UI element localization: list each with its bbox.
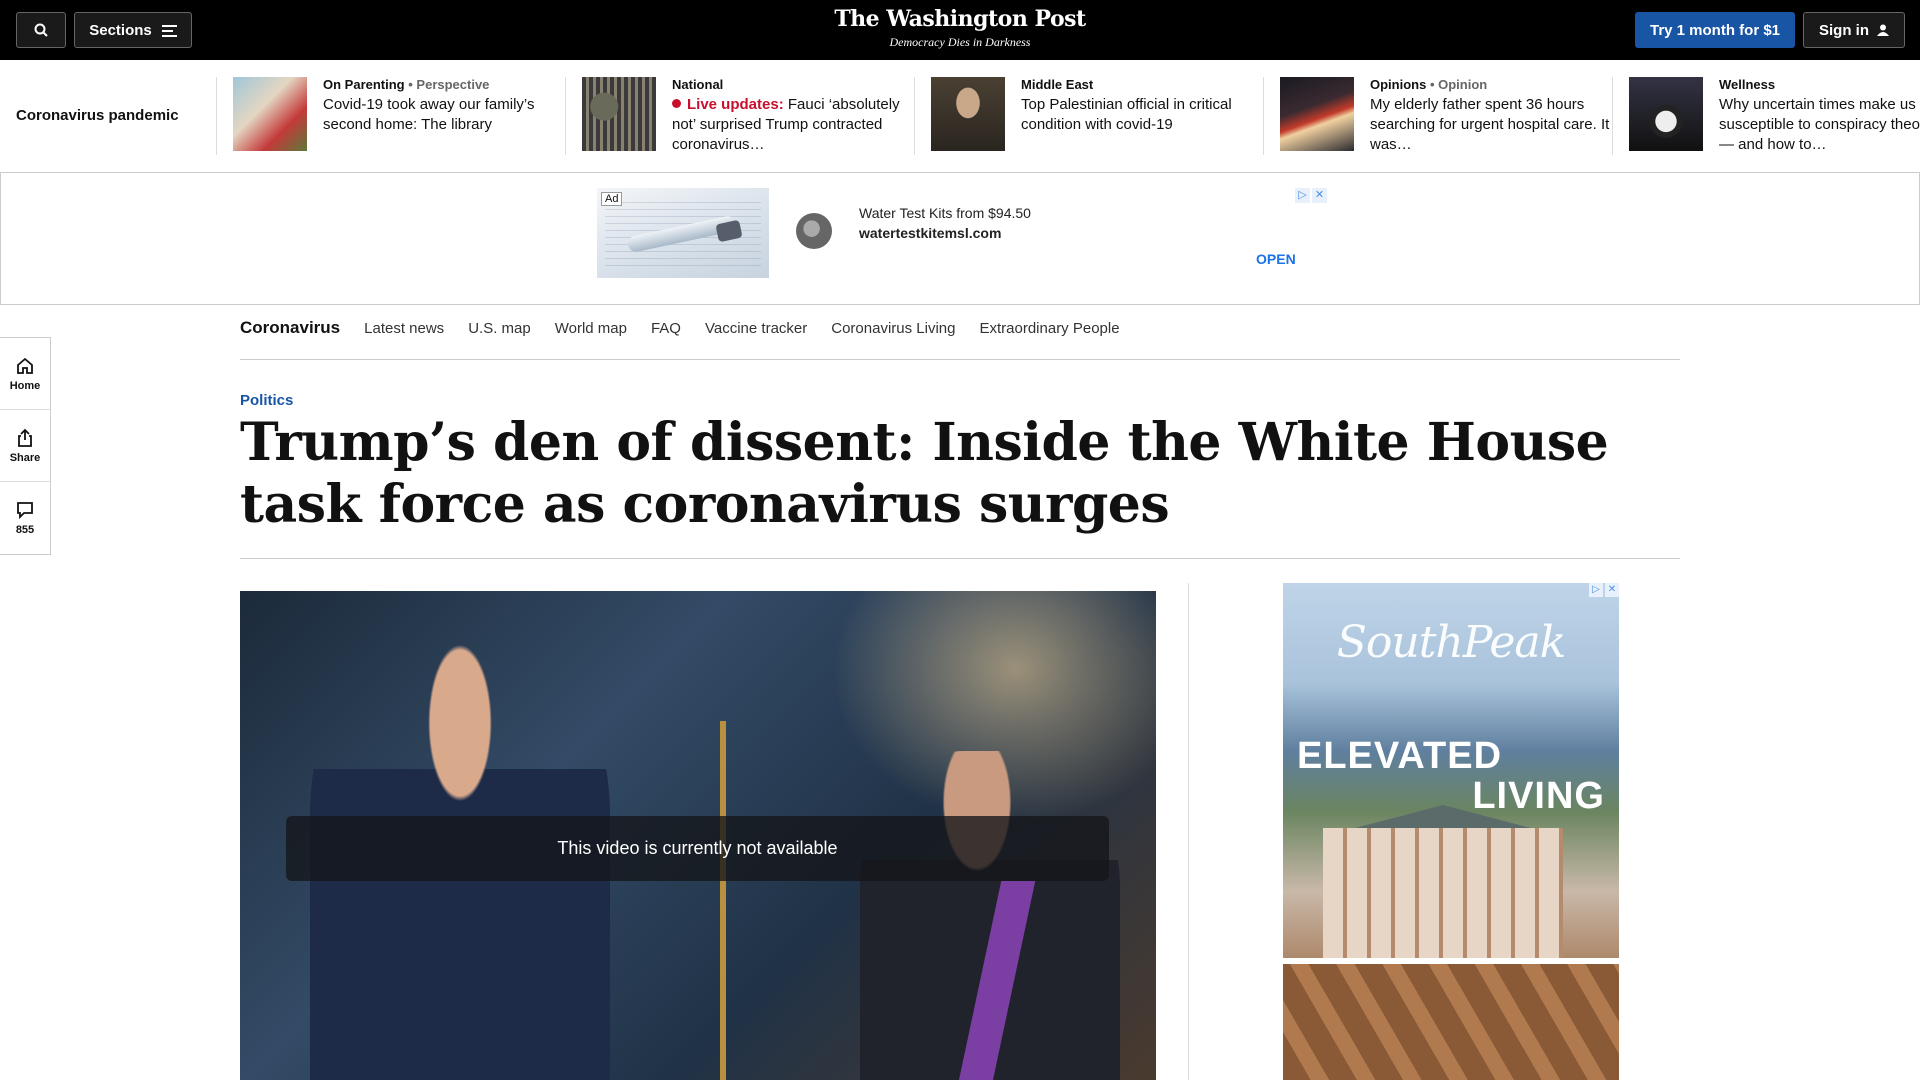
nav-link-latest-news[interactable]: Latest news — [364, 318, 444, 337]
subscribe-button[interactable]: Try 1 month for $1 — [1635, 12, 1795, 48]
nav-link-faq[interactable]: FAQ — [651, 318, 681, 337]
strip-item[interactable]: Opinions • Opinion My elderly father spe… — [1263, 77, 1611, 155]
ad-url[interactable]: watertestkitemsl.com — [859, 225, 1001, 241]
ad-second-image — [1283, 964, 1619, 1080]
comment-count: 855 — [15, 524, 35, 536]
strip-headline[interactable]: Top Palestinian official in critical con… — [1021, 95, 1261, 135]
strip-thumbnail[interactable] — [1280, 77, 1354, 151]
tagline: Democracy Dies in Darkness — [889, 35, 1031, 49]
article-headline: Trump’s den of dissent: Inside the White… — [240, 412, 1609, 535]
live-dot-icon — [672, 99, 681, 108]
strip-item[interactable]: National Live updates: Fauci ‘absolutely… — [565, 77, 913, 155]
share-button[interactable]: Share — [0, 410, 50, 482]
search-icon — [34, 23, 48, 37]
ad-open-button[interactable]: OPEN — [1256, 251, 1296, 267]
top-navigation-bar: Sections The Washington Post Democracy D… — [0, 0, 1920, 60]
home-label: Home — [9, 379, 41, 392]
search-button[interactable] — [16, 12, 66, 48]
logo-text: The Washington Post — [834, 6, 1086, 32]
strip-label[interactable]: Coronavirus pandemic — [16, 107, 179, 124]
comment-icon — [17, 502, 33, 520]
ad-banner: Ad Water Test Kits from $94.50 watertest… — [0, 172, 1920, 305]
nav-link-world-map[interactable]: World map — [555, 318, 627, 337]
ad-choices-icon[interactable]: ▷ — [1295, 188, 1310, 203]
lead-video[interactable]: This video is currently not available — [240, 591, 1156, 1080]
sign-in-button[interactable]: Sign in — [1803, 12, 1905, 48]
strip-thumbnail[interactable] — [1629, 77, 1703, 151]
live-updates-label: Live updates: — [687, 96, 784, 113]
strip-thumbnail[interactable] — [582, 77, 656, 151]
strip-item[interactable]: Wellness Why uncertain times make us sus… — [1612, 77, 1920, 155]
globe-icon — [796, 213, 832, 249]
nav-link-vaccine-tracker[interactable]: Vaccine tracker — [705, 318, 807, 337]
ad-headline-line1: ELEVATED — [1297, 735, 1503, 777]
ad-close-icon[interactable]: ✕ — [1312, 188, 1327, 203]
ad-building-image — [1323, 828, 1563, 958]
share-label: Share — [9, 451, 41, 464]
strip-thumbnail[interactable] — [233, 77, 307, 151]
home-button[interactable]: Home — [0, 338, 50, 410]
comments-button[interactable]: 855 — [0, 482, 50, 554]
section-title[interactable]: Coronavirus — [240, 318, 340, 338]
strip-kicker[interactable]: Wellness — [1719, 77, 1775, 92]
nav-link-us-map[interactable]: U.S. map — [468, 318, 531, 337]
article-kicker[interactable]: Politics — [240, 392, 293, 409]
ad-brand-logo: SouthPeak — [1336, 617, 1567, 668]
strip-kicker[interactable]: Middle East — [1021, 77, 1093, 92]
section-navigation: Coronavirus Latest news U.S. map World m… — [240, 318, 1680, 360]
strip-kicker[interactable]: National — [672, 77, 723, 92]
hamburger-icon — [161, 24, 177, 37]
strip-sub-kicker: • Perspective — [408, 77, 490, 92]
ad-title[interactable]: Water Test Kits from $94.50 — [859, 205, 1031, 221]
column-divider — [1188, 583, 1189, 1080]
share-icon — [18, 428, 32, 447]
strip-sub-kicker: • Opinion — [1429, 77, 1488, 92]
article-tools-rail: Home Share 855 — [0, 337, 51, 555]
home-icon — [17, 357, 33, 374]
headline-divider — [240, 558, 1680, 559]
strip-kicker[interactable]: Opinions — [1370, 77, 1426, 92]
masthead-logo[interactable]: The Washington Post Democracy Dies in Da… — [760, 6, 1160, 50]
ad-choices[interactable]: ▷ ✕ — [1295, 188, 1327, 203]
ad-close-icon[interactable]: ✕ — [1605, 583, 1619, 597]
sections-label: Sections — [89, 21, 152, 39]
sidebar-ad-choices[interactable]: ▷ ✕ — [1589, 583, 1619, 597]
user-icon — [1877, 24, 1889, 36]
strip-headline[interactable]: Why uncertain times make us susceptible … — [1719, 95, 1920, 155]
strip-item[interactable]: Middle East Top Palestinian official in … — [914, 77, 1262, 155]
ad-badge: Ad — [601, 192, 623, 206]
ad-headline-line2: LIVING — [1472, 775, 1605, 817]
strip-headline[interactable]: My elderly father spent 36 hours searchi… — [1370, 95, 1610, 155]
headline-strip: Coronavirus pandemic On Parenting • Pers… — [0, 60, 1920, 172]
nav-link-extraordinary-people[interactable]: Extraordinary People — [979, 318, 1119, 337]
strip-kicker[interactable]: On Parenting — [323, 77, 405, 92]
sign-in-label: Sign in — [1819, 21, 1869, 39]
sections-menu-button[interactable]: Sections — [74, 12, 192, 48]
ad-choices-icon[interactable]: ▷ — [1589, 583, 1603, 597]
strip-headline[interactable]: Covid-19 took away our family’s second h… — [323, 95, 563, 135]
strip-thumbnail[interactable] — [931, 77, 1005, 151]
sidebar-ad[interactable]: SouthPeak ELEVATED LIVING ▷ ✕ — [1283, 583, 1619, 1080]
video-unavailable-message: This video is currently not available — [286, 816, 1109, 881]
ad-image[interactable] — [597, 188, 769, 278]
strip-item[interactable]: On Parenting • Perspective Covid-19 took… — [216, 77, 564, 155]
nav-link-coronavirus-living[interactable]: Coronavirus Living — [831, 318, 955, 337]
